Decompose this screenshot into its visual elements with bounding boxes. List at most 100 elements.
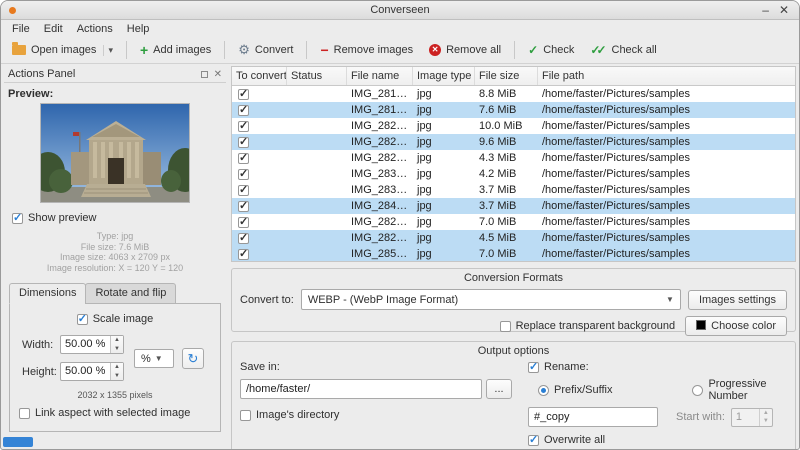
progressive-number-radio-icon[interactable]: [692, 384, 704, 396]
table-row[interactable]: IMG_2816.jpg jpg 8.8 MiB/home/faster/Pictu…: [232, 86, 795, 102]
table-row[interactable]: IMG_2828.jpg jpg 4.3 MiB/home/faster/Pictu…: [232, 150, 795, 166]
check-all-button[interactable]: ✓✓ Check all: [583, 40, 663, 60]
choose-color-button[interactable]: Choose color: [685, 316, 787, 336]
table-row[interactable]: IMG_2832.jpg jpg 4.2 MiB/home/faster/Pictu…: [232, 166, 795, 182]
table-row[interactable]: IMG_2821.jpg jpg 9.6 MiB/home/faster/Pictu…: [232, 134, 795, 150]
open-images-button[interactable]: Open images ▾: [5, 41, 120, 59]
progressive-number-radio[interactable]: Progressive Number: [692, 378, 787, 402]
replace-transparent-check-icon[interactable]: [499, 320, 511, 332]
format-combobox[interactable]: WEBP - (WebP Image Format) ▼: [300, 289, 681, 310]
row-file-path: /home/faster/Pictures/samples: [542, 248, 690, 260]
row-check-icon[interactable]: [238, 87, 249, 101]
rename-check-icon[interactable]: [528, 360, 539, 373]
check-button[interactable]: ✓ Check: [521, 40, 581, 60]
row-file-name: IMG_2828.jpg: [351, 152, 413, 164]
show-preview-check-icon[interactable]: [12, 211, 23, 224]
row-check-icon[interactable]: [238, 119, 249, 133]
add-images-button[interactable]: + Add images: [133, 41, 218, 59]
table-row[interactable]: IMG_2849.jpg jpg 3.7 MiB/home/faster/Pictu…: [232, 198, 795, 214]
menu-actions[interactable]: Actions: [70, 22, 120, 36]
row-check-icon[interactable]: [238, 215, 249, 229]
choose-color-label: Choose color: [711, 320, 776, 332]
remove-all-button[interactable]: ✕ Remove all: [422, 41, 508, 59]
row-checkbox-cell[interactable]: [232, 214, 287, 230]
table-row[interactable]: IMG_2820.jpg jpg 10.0 MiB/home/faster/Pict…: [232, 118, 795, 134]
row-check-icon[interactable]: [238, 183, 249, 197]
images-directory-check-icon[interactable]: [240, 409, 251, 421]
row-check-icon[interactable]: [238, 103, 249, 117]
browse-button[interactable]: ...: [486, 379, 512, 399]
table-row[interactable]: IMG_2826.jpg jpg 7.0 MiB/home/faster/Pictu…: [232, 214, 795, 230]
table-row[interactable]: IMG_2854-2.j... jpg 7.0 MiB/home/faster/Pi…: [232, 246, 795, 261]
reset-dimensions-button[interactable]: ↻: [182, 348, 204, 369]
overwrite-all-checkbox[interactable]: Overwrite all: [528, 433, 787, 446]
save-path-input[interactable]: /home/faster/: [240, 379, 482, 399]
row-check-icon[interactable]: [238, 135, 249, 149]
tab-rotate-and-flip[interactable]: Rotate and flip: [85, 283, 177, 304]
row-checkbox-cell[interactable]: [232, 118, 287, 134]
row-checkbox-cell[interactable]: [232, 246, 287, 261]
row-check-icon[interactable]: [238, 231, 249, 245]
start-with-spinbox[interactable]: 1 ▲ ▼: [730, 407, 773, 427]
row-checkbox-cell[interactable]: [232, 166, 287, 182]
show-preview-checkbox[interactable]: Show preview: [12, 211, 226, 224]
header-image-type[interactable]: Image type: [413, 67, 475, 85]
link-aspect-checkbox[interactable]: Link aspect with selected image: [19, 407, 190, 419]
overwrite-all-check-icon[interactable]: [528, 433, 539, 446]
conversion-formats-group: Conversion Formats Convert to: WEBP - (W…: [231, 268, 796, 336]
menu-help[interactable]: Help: [120, 22, 157, 36]
unit-combobox[interactable]: % ▼: [134, 349, 174, 368]
menu-edit[interactable]: Edit: [37, 22, 70, 36]
start-with-down-icon[interactable]: ▼: [760, 417, 772, 426]
images-directory-checkbox[interactable]: Image's directory: [240, 409, 512, 421]
width-spin-down-icon[interactable]: ▼: [111, 345, 123, 354]
start-with-up-icon[interactable]: ▲: [760, 409, 772, 418]
row-checkbox-cell[interactable]: [232, 150, 287, 166]
prefix-suffix-radio-icon[interactable]: [538, 384, 549, 396]
row-file-path: /home/faster/Pictures/samples: [542, 232, 690, 244]
row-file-name: IMG_2815.jpg: [351, 104, 413, 116]
prefix-suffix-radio[interactable]: Prefix/Suffix: [538, 384, 613, 396]
row-checkbox-cell[interactable]: [232, 230, 287, 246]
output-options-title: Output options: [477, 345, 550, 357]
tab-dimensions[interactable]: Dimensions: [9, 283, 87, 304]
convert-button[interactable]: ⚙ Convert: [231, 41, 300, 59]
row-checkbox-cell[interactable]: [232, 102, 287, 118]
float-panel-icon[interactable]: [200, 70, 208, 78]
rename-checkbox[interactable]: Rename:: [528, 360, 787, 373]
row-check-icon[interactable]: [238, 151, 249, 165]
width-spinbox[interactable]: 50.00 % ▲ ▼: [60, 335, 124, 354]
row-checkbox-cell[interactable]: [232, 134, 287, 150]
height-spin-down-icon[interactable]: ▼: [111, 372, 123, 381]
table-row[interactable]: IMG_2815.jpg jpg 7.6 MiB/home/faster/Pictu…: [232, 102, 795, 118]
width-spin-up-icon[interactable]: ▲: [111, 336, 123, 345]
header-file-size[interactable]: File size: [475, 67, 538, 85]
header-file-name[interactable]: File name: [347, 67, 413, 85]
row-checkbox-cell[interactable]: [232, 198, 287, 214]
row-check-icon[interactable]: [238, 167, 249, 181]
images-settings-button[interactable]: Images settings: [687, 289, 787, 310]
header-file-path[interactable]: File path: [538, 67, 795, 85]
table-row[interactable]: IMG_2835.jpg jpg 3.7 MiB/home/faster/Pictu…: [232, 182, 795, 198]
close-panel-icon[interactable]: ✕: [214, 69, 222, 79]
row-check-icon[interactable]: [238, 199, 249, 213]
menu-file[interactable]: File: [5, 22, 37, 36]
row-checkbox-cell[interactable]: [232, 182, 287, 198]
scale-image-check-icon[interactable]: [76, 312, 88, 325]
open-images-dropdown-icon[interactable]: ▾: [103, 44, 113, 56]
plus-icon: +: [139, 42, 149, 58]
header-status[interactable]: Status: [287, 67, 347, 85]
height-spinbox[interactable]: 50.00 % ▲ ▼: [60, 362, 124, 381]
unit-value: %: [141, 352, 151, 365]
row-check-icon[interactable]: [238, 247, 249, 261]
scale-image-checkbox[interactable]: Scale image: [10, 312, 220, 325]
remove-images-button[interactable]: − Remove images: [313, 41, 420, 59]
replace-transparent-checkbox[interactable]: Replace transparent background: [499, 320, 675, 332]
height-spin-up-icon[interactable]: ▲: [111, 363, 123, 372]
rename-pattern-input[interactable]: #_copy: [528, 407, 658, 427]
header-to-convert[interactable]: To convert: [232, 67, 287, 85]
table-row[interactable]: IMG_2826-M... jpg 4.5 MiB/home/faster/Pict…: [232, 230, 795, 246]
link-aspect-check-icon[interactable]: [19, 407, 30, 419]
row-checkbox-cell[interactable]: [232, 86, 287, 102]
row-file-size: 10.0 MiB: [479, 120, 523, 132]
